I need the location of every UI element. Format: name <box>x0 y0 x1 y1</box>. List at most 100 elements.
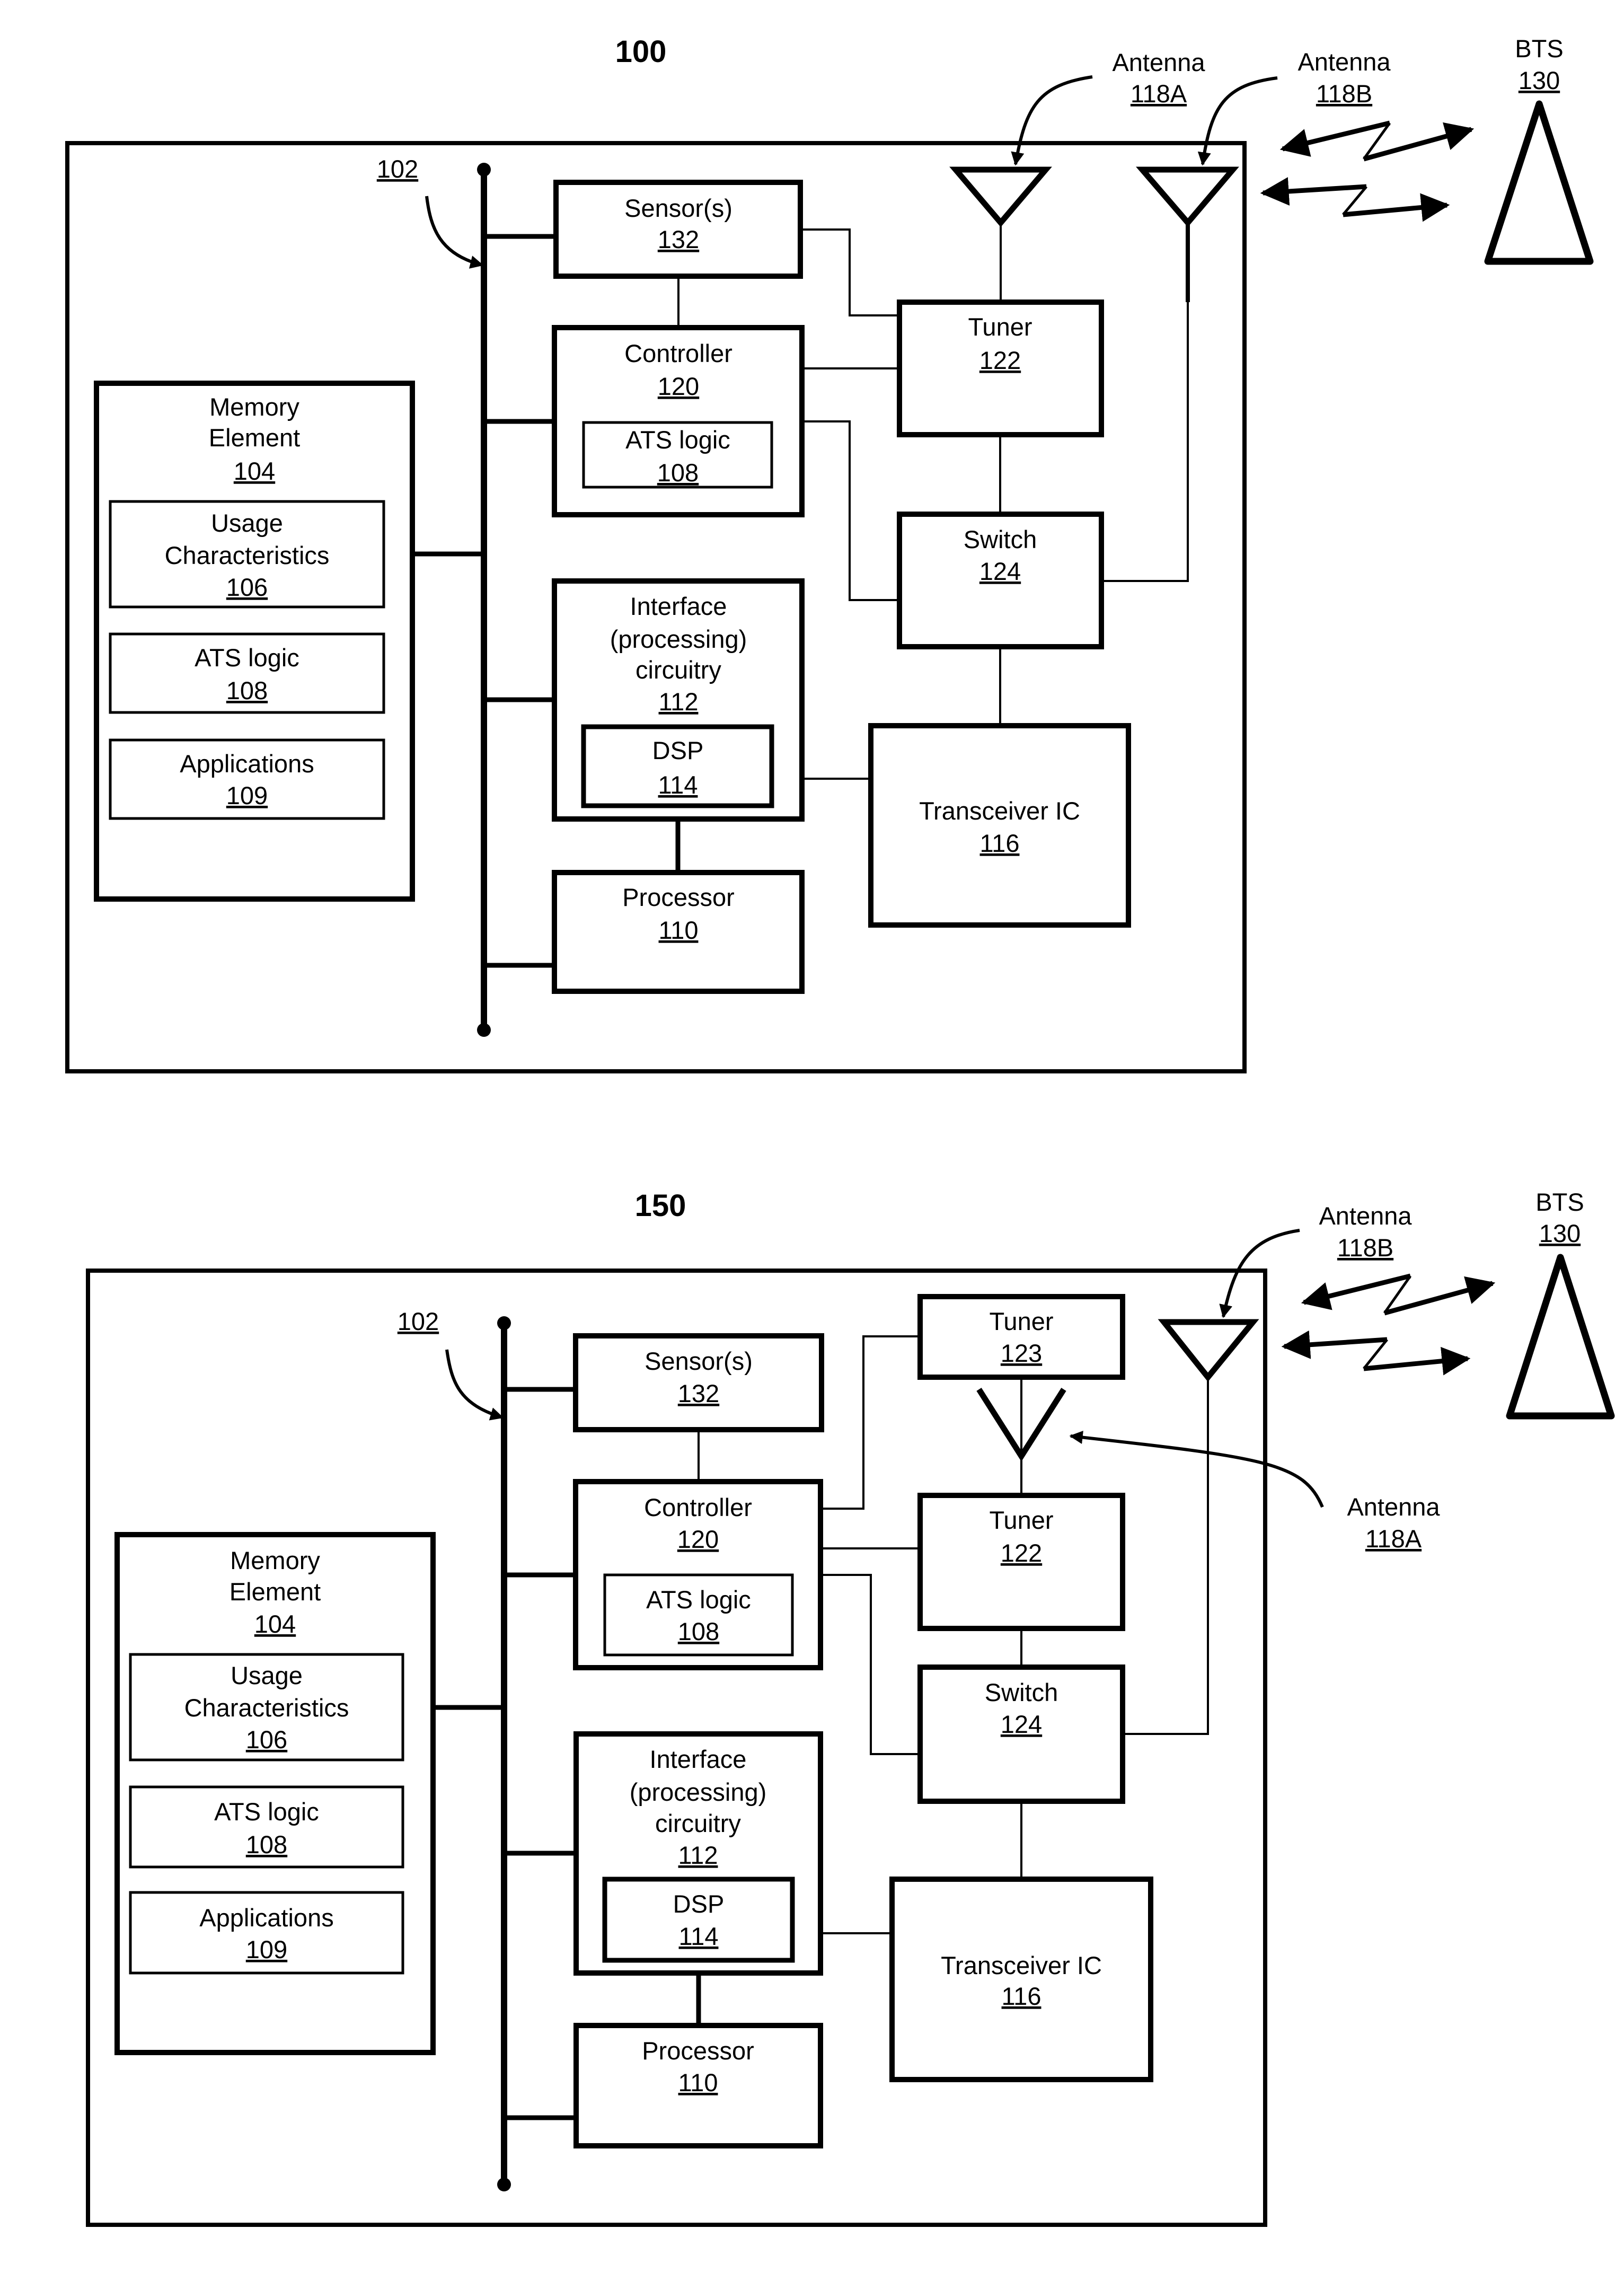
label-text: Controller <box>624 339 732 367</box>
reference-numeral: 106 <box>226 573 268 601</box>
label-text: circuitry <box>655 1809 741 1837</box>
bus-end-dot <box>477 1023 491 1037</box>
label-text: Memory <box>230 1546 320 1574</box>
bus-end-dot <box>477 163 491 177</box>
bts-tower-icon <box>1506 1254 1615 1420</box>
label-text: Interface <box>630 592 727 620</box>
bus-ref-label: 102 <box>398 1307 439 1335</box>
label-text: Switch <box>985 1678 1058 1706</box>
reference-numeral: 108 <box>678 1617 719 1645</box>
reference-numeral: 112 <box>659 688 699 716</box>
antenna-118a-icon <box>949 166 1052 302</box>
radio-link-icon <box>1281 1330 1471 1376</box>
label-text: DSP <box>673 1890 725 1918</box>
bus-callout-arrow <box>425 196 484 269</box>
antenna-b-label: Antenna 118B <box>1319 1202 1412 1262</box>
bus-end-dot <box>497 1316 511 1330</box>
bts-label: BTS 130 <box>1535 1188 1584 1247</box>
reference-numeral: 132 <box>658 225 699 253</box>
reference-numeral: 123 <box>1001 1339 1042 1367</box>
reference-numeral: 114 <box>679 1922 719 1950</box>
label-text: DSP <box>652 736 704 764</box>
antenna-a-label: Antenna 118A <box>1347 1493 1440 1553</box>
radio-link-icon <box>1301 1273 1496 1316</box>
label-text: ATS logic <box>646 1586 751 1614</box>
wire-sensor-tuner <box>800 228 899 316</box>
label-text: Usage <box>231 1661 303 1689</box>
antenna-a-label: Antenna 118A <box>1112 48 1205 108</box>
reference-numeral: 114 <box>658 771 698 799</box>
transceiver-block <box>889 1877 1153 2082</box>
label-text: (processing) <box>630 1778 767 1806</box>
reference-numeral: 120 <box>658 372 699 400</box>
antenna-b-label: Antenna 118B <box>1298 48 1391 108</box>
label-text: (processing) <box>610 625 747 653</box>
bus-ref-label: 102 <box>377 155 418 183</box>
wire-controller-switch <box>802 420 899 601</box>
reference-numeral: 118B <box>1337 1234 1393 1262</box>
label-text: Interface <box>650 1745 747 1773</box>
label-text: Antenna <box>1112 48 1205 76</box>
label-text: Tuner <box>968 313 1032 341</box>
label-text: Controller <box>644 1493 752 1521</box>
figure-title: 150 <box>635 1188 686 1223</box>
reference-numeral: 122 <box>1001 1539 1042 1567</box>
figure-title: 100 <box>615 34 667 69</box>
reference-numeral: 122 <box>979 346 1021 374</box>
reference-numeral: 109 <box>246 1935 287 1963</box>
label-text: Characteristics <box>184 1694 349 1722</box>
reference-numeral: 110 <box>659 916 699 944</box>
reference-numeral: 132 <box>678 1379 719 1407</box>
label-text: Tuner <box>989 1506 1053 1534</box>
reference-numeral: 116 <box>1002 1982 1042 2010</box>
bts-label: BTS 130 <box>1515 34 1563 94</box>
label-text: Element <box>209 424 300 452</box>
reference-numeral: 124 <box>979 557 1021 585</box>
label-text: Transceiver IC <box>919 797 1080 825</box>
label-text: BTS <box>1535 1188 1584 1216</box>
reference-numeral: 112 <box>678 1841 718 1869</box>
label-text: Element <box>230 1578 321 1606</box>
label-text: Characteristics <box>165 541 330 569</box>
label-text: Memory <box>209 393 299 421</box>
label-text: Antenna <box>1298 48 1391 76</box>
label-text: Processor <box>622 883 735 911</box>
bus-end-dot <box>497 2178 511 2191</box>
label-text: Tuner <box>989 1307 1053 1335</box>
reference-numeral: 109 <box>226 781 268 809</box>
bus-callout-arrow <box>445 1349 504 1421</box>
patent-diagram: 100 102 150 102 Sensor(s)132Controller12… <box>65 34 1615 2227</box>
antenna-118b-icon <box>1136 166 1239 302</box>
label-text: Usage <box>211 509 283 537</box>
antenna-118b-callout-arrow <box>1219 1229 1300 1318</box>
label-text: Sensor(s) <box>645 1347 753 1375</box>
label-text: BTS <box>1515 34 1563 63</box>
antenna-118a-callout-arrow <box>1011 75 1093 166</box>
antenna-118b-callout-arrow <box>1197 76 1278 166</box>
reference-numeral: 108 <box>226 676 268 704</box>
bts-tower-icon <box>1484 100 1594 265</box>
reference-numeral: 108 <box>246 1830 287 1859</box>
transceiver-block <box>868 723 1131 928</box>
wire-switch-antenna-b <box>1101 301 1189 582</box>
reference-numeral: 106 <box>246 1725 287 1754</box>
wire-controller-switch <box>820 1574 920 1755</box>
reference-numeral: 120 <box>677 1525 719 1553</box>
wire-controller-tuner-123 <box>820 1335 920 1510</box>
reference-numeral: 124 <box>1001 1710 1042 1738</box>
label-text: Applications <box>199 1904 333 1932</box>
reference-numeral: 104 <box>254 1610 296 1638</box>
radio-link-icon <box>1279 120 1475 162</box>
reference-numeral: 104 <box>234 457 275 485</box>
label-text: circuitry <box>636 656 721 684</box>
reference-numeral: 108 <box>657 459 699 487</box>
label-text: Sensor(s) <box>624 194 732 222</box>
label-text: ATS logic <box>625 426 730 454</box>
reference-numeral: 118A <box>1131 80 1187 108</box>
reference-numeral: 118B <box>1316 80 1372 108</box>
label-text: Antenna <box>1347 1493 1440 1521</box>
label-text: Switch <box>964 525 1037 553</box>
label-text: Applications <box>180 750 314 778</box>
label-text: ATS logic <box>214 1798 319 1826</box>
reference-numeral: 130 <box>1519 66 1560 94</box>
